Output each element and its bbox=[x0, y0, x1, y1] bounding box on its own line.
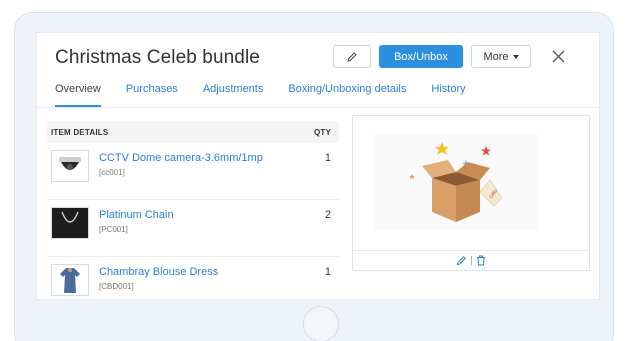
item-qty: 1 bbox=[324, 266, 331, 278]
camera-icon bbox=[51, 150, 89, 182]
star-icon bbox=[435, 142, 449, 155]
tabs-divider bbox=[37, 107, 601, 108]
star-icon bbox=[481, 146, 491, 156]
image-actions bbox=[353, 250, 589, 270]
bundle-image-panel: Gifts bbox=[352, 115, 590, 271]
item-link[interactable]: Chambray Blouse Dress bbox=[99, 266, 218, 278]
caret-down-icon bbox=[512, 54, 519, 59]
dress-icon bbox=[51, 264, 89, 296]
close-button[interactable] bbox=[547, 45, 569, 67]
tab-bar: Overview Purchases Adjustments Boxing/Un… bbox=[55, 83, 491, 107]
col-item-details: ITEM DETAILS bbox=[51, 127, 109, 137]
more-label: More bbox=[483, 50, 509, 63]
more-dropdown-button[interactable]: More bbox=[471, 45, 531, 68]
item-sku: [cc001] bbox=[99, 168, 125, 177]
table-row: CCTV Dome camera-3.6mm/1mp [cc001] 1 bbox=[47, 143, 339, 200]
tab-purchases[interactable]: Purchases bbox=[126, 83, 178, 107]
page-title: Christmas Celeb bundle bbox=[55, 47, 260, 68]
chain-icon bbox=[51, 207, 89, 239]
item-sku: [CBD001] bbox=[99, 282, 134, 291]
box-unbox-button[interactable]: Box/Unbox bbox=[379, 45, 463, 68]
item-details-table: ITEM DETAILS QTY CCTV Dome camera-3.6mm/… bbox=[47, 121, 339, 314]
item-qty: 1 bbox=[324, 152, 331, 164]
edit-button[interactable] bbox=[333, 45, 371, 68]
pencil-icon bbox=[347, 51, 357, 62]
star-icon bbox=[409, 174, 415, 180]
bundle-modal: Christmas Celeb bundle Box/Unbox More Ov… bbox=[36, 32, 601, 300]
item-sku: [PC001] bbox=[99, 225, 128, 234]
col-qty: QTY bbox=[313, 127, 331, 137]
tab-boxing-details[interactable]: Boxing/Unboxing details bbox=[288, 83, 406, 107]
gift-box-illustration: Gifts bbox=[373, 134, 539, 230]
table-header: ITEM DETAILS QTY bbox=[47, 121, 339, 143]
table-row: Platinum Chain [PC001] 2 bbox=[47, 200, 339, 257]
close-icon bbox=[552, 50, 564, 62]
item-qty: 2 bbox=[324, 209, 331, 221]
tab-adjustments[interactable]: Adjustments bbox=[203, 83, 264, 107]
tab-overview[interactable]: Overview bbox=[55, 83, 101, 107]
table-row: Chambray Blouse Dress [CBD001] 1 bbox=[47, 257, 339, 314]
action-separator bbox=[471, 256, 472, 265]
item-link[interactable]: Platinum Chain bbox=[99, 209, 174, 221]
item-link[interactable]: CCTV Dome camera-3.6mm/1mp bbox=[99, 152, 263, 164]
edit-image-pencil-icon[interactable] bbox=[456, 255, 467, 266]
tab-history[interactable]: History bbox=[431, 83, 465, 107]
delete-image-trash-icon[interactable] bbox=[476, 255, 486, 266]
